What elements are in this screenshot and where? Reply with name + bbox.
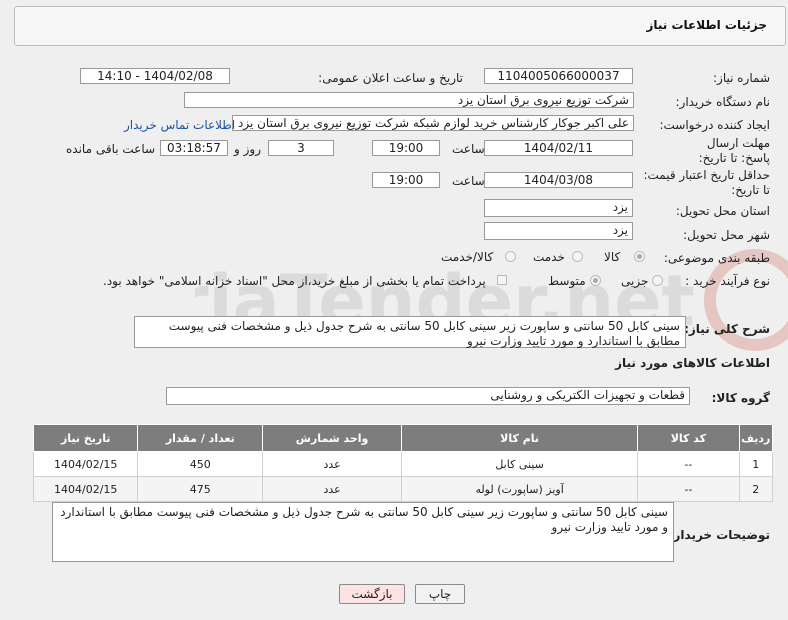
goods-code: -- xyxy=(637,476,740,502)
need-number-field: 1104005066000037 xyxy=(484,68,633,84)
general-desc-textarea[interactable]: سینی کابل 50 سانتی و ساپورت زیر سینی کاب… xyxy=(134,316,686,348)
process-medium-radio[interactable] xyxy=(590,275,601,286)
need-date: 1404/02/15 xyxy=(32,476,139,502)
category-goods-label: کالا xyxy=(604,250,621,264)
category-service-label: خدمت xyxy=(533,250,565,264)
buyer-contact-link[interactable]: اطلاعات تماس خریدار xyxy=(124,118,235,132)
quantity: 450 xyxy=(137,451,264,477)
city-field: یزد xyxy=(484,222,633,240)
province-label: استان محل تحویل: xyxy=(675,204,770,218)
goods-group-label: گروه کالا: xyxy=(711,391,770,405)
city-label: شهر محل تحویل: xyxy=(683,228,770,242)
reply-deadline-label: مهلت ارسال پاسخ: تا تاریخ: xyxy=(698,136,770,165)
unit: عدد xyxy=(262,476,403,502)
category-label: طبقه بندی موضوعی: xyxy=(663,251,770,265)
col-header-unit: واحد شمارش xyxy=(262,424,403,452)
goods-name: سینی کابل xyxy=(401,451,639,477)
goods-name: آویز (ساپورت) لوله xyxy=(401,476,639,502)
buyer-notes-label: توضیحات خریدار: xyxy=(668,528,770,542)
goods-info-heading: اطلاعات کالاهای مورد نیاز xyxy=(615,356,770,370)
category-service-radio[interactable] xyxy=(572,251,583,262)
announce-datetime-field: 1404/02/08 - 14:10 xyxy=(80,68,230,84)
remaining-time-field: 03:18:57 xyxy=(160,140,228,156)
reply-time-label: ساعت xyxy=(452,142,485,156)
page-header: جزئیات اطلاعات نیاز xyxy=(14,6,786,46)
goods-code: -- xyxy=(637,451,740,477)
treasury-payment-checkbox[interactable] xyxy=(497,275,507,285)
requester-field: علی اکبر جوکار کارشناس خرید لوازم شبکه ش… xyxy=(232,115,634,131)
price-validity-label: حداقل تاریخ اعتبار قیمت: تا تاریخ: xyxy=(643,168,770,197)
need-number-label: شماره نیاز: xyxy=(713,71,770,85)
row-number: 1 xyxy=(738,451,774,477)
process-medium-label: متوسط xyxy=(548,274,586,288)
province-field: یزد xyxy=(484,199,633,217)
announce-datetime-label: تاریخ و ساعت اعلان عمومی: xyxy=(318,71,463,85)
requester-label: ایجاد کننده درخواست: xyxy=(659,118,770,132)
table-header-row: ردیف کد کالا نام کالا واحد شمارش تعداد /… xyxy=(32,424,774,452)
unit: عدد xyxy=(262,451,403,477)
table-row: 1 -- سینی کابل عدد 450 1404/02/15 xyxy=(32,451,774,477)
reply-time-field: 19:00 xyxy=(372,140,440,156)
goods-table: ردیف کد کالا نام کالا واحد شمارش تعداد /… xyxy=(32,424,774,502)
category-goods-service-radio[interactable] xyxy=(505,251,516,262)
print-button[interactable]: چاپ xyxy=(415,584,465,604)
remaining-label: ساعت باقی مانده xyxy=(66,142,156,156)
row-number: 2 xyxy=(738,476,774,502)
price-date-field: 1404/03/08 xyxy=(484,172,633,188)
col-header-need-date: تاریخ نیاز xyxy=(32,424,139,452)
general-desc-label: شرح کلی نیاز: xyxy=(684,322,770,336)
process-minor-label: جزیی xyxy=(621,274,649,288)
treasury-payment-note: پرداخت تمام یا بخشی از مبلغ خرید،از محل … xyxy=(103,274,486,288)
goods-group-field: قطعات و تجهیزات الکتریکی و روشنایی xyxy=(166,387,690,405)
table-row: 2 -- آویز (ساپورت) لوله عدد 475 1404/02/… xyxy=(32,476,774,502)
page-title: جزئیات اطلاعات نیاز xyxy=(646,18,767,32)
day-and-label: روز و xyxy=(234,142,261,156)
category-goods-service-label: کالا/خدمت xyxy=(441,250,494,264)
quantity: 475 xyxy=(137,476,264,502)
price-time-field: 19:00 xyxy=(372,172,440,188)
reply-date-field: 1404/02/11 xyxy=(484,140,633,156)
need-date: 1404/02/15 xyxy=(32,451,139,477)
reply-days-field: 3 xyxy=(268,140,334,156)
col-header-goods-name: نام کالا xyxy=(401,424,639,452)
back-button[interactable]: بازگشت xyxy=(339,584,405,604)
buyer-notes-textarea[interactable]: سینی کابل 50 سانتی و ساپورت زیر سینی کاب… xyxy=(52,502,674,562)
buyer-org-label: نام دستگاه خریدار: xyxy=(675,95,771,109)
col-header-row-num: ردیف xyxy=(738,424,774,452)
col-header-quantity: تعداد / مقدار xyxy=(137,424,264,452)
price-time-label: ساعت xyxy=(452,174,485,188)
category-goods-radio[interactable] xyxy=(634,251,645,262)
process-type-label: نوع فرآیند خرید : xyxy=(685,274,770,288)
buyer-org-field: شرکت توزیع نیروی برق استان یزد xyxy=(184,92,634,108)
process-minor-radio[interactable] xyxy=(652,275,663,286)
col-header-goods-code: کد کالا xyxy=(637,424,740,452)
